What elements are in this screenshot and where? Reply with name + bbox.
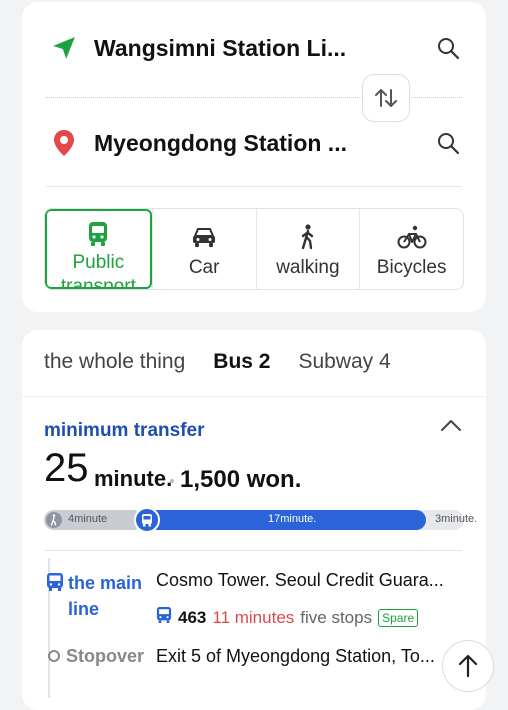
bus-arrival-time: 11 minutes: [212, 607, 295, 627]
swap-icon: [375, 89, 397, 107]
timeline-bus-label: 17minute.: [268, 513, 317, 525]
map-pin-icon: [48, 127, 80, 159]
stopover-label: Stopover: [66, 646, 145, 666]
bus-route-info[interactable]: 463 11 minutes five stops Spare: [156, 606, 419, 629]
walking-icon: [299, 223, 317, 251]
route-card: Wangsimni Station Li... Myeongdong Stati…: [22, 2, 486, 312]
mode-car[interactable]: Car: [151, 209, 256, 289]
duration-unit: minute.: [94, 466, 173, 491]
destination-search-icon[interactable]: [432, 127, 464, 159]
origin-row[interactable]: Wangsimni Station Li...: [22, 18, 486, 78]
bus-stop-count: five stops: [300, 607, 373, 627]
route-option-title: minimum transfer: [44, 420, 205, 441]
stopover-place[interactable]: Exit 5 of Myeongdong Station, To...: [156, 646, 435, 667]
tab-subway[interactable]: Subway 4: [298, 350, 390, 374]
separator-dot: [170, 479, 174, 483]
result-tabs: the whole thing Bus 2 Subway 4: [44, 350, 391, 374]
mode-label: Car: [188, 257, 220, 278]
tab-bus[interactable]: Bus 2: [213, 350, 270, 374]
result-card: the whole thing Bus 2 Subway 4 minimum t…: [22, 330, 486, 710]
mode-label: walking: [276, 257, 340, 278]
mode-label: Bicycles: [376, 257, 447, 278]
fare-price: 1,500 won.: [180, 466, 302, 493]
walking-icon: [46, 512, 62, 528]
divider: [44, 550, 462, 551]
mode-public-transport[interactable]: Public transport: [45, 209, 152, 289]
bus-icon: [156, 606, 172, 629]
mode-label: Public transport: [60, 252, 136, 290]
mode-bicycles[interactable]: Bicycles: [359, 209, 463, 289]
mode-walking[interactable]: walking: [255, 209, 360, 289]
bicycle-icon: [397, 223, 427, 251]
tab-whole-thing[interactable]: the whole thing: [44, 350, 185, 374]
bus-icon: [86, 221, 110, 247]
navigation-arrow-icon: [48, 32, 80, 64]
arrow-up-icon: [458, 654, 478, 678]
step-boarding-place[interactable]: Cosmo Tower. Seoul Credit Guara...: [156, 570, 444, 591]
bus-icon: [134, 507, 160, 533]
duration-value: 25: [44, 446, 89, 490]
route-timeline-bar: 4minute 17minute. 3minute.: [44, 507, 477, 533]
chevron-up-icon[interactable]: [440, 418, 462, 437]
origin-text[interactable]: Wangsimni Station Li...: [94, 35, 346, 62]
origin-search-icon[interactable]: [432, 32, 464, 64]
destination-text[interactable]: Myeongdong Station ...: [94, 130, 347, 157]
scroll-to-top-button[interactable]: [442, 640, 494, 692]
stopover-dot-icon: [48, 650, 60, 662]
divider: [46, 186, 462, 187]
timeline-walk1-label: 4minute: [68, 513, 108, 525]
destination-row[interactable]: Myeongdong Station ...: [22, 113, 486, 173]
car-icon: [191, 223, 217, 251]
transport-mode-tabs: Public transport Car walking Bicycles: [44, 208, 464, 290]
timeline-walk2-label: 3minute.: [435, 513, 478, 525]
divider: [22, 396, 486, 397]
spare-badge: Spare: [378, 608, 419, 627]
bus-number: 463: [178, 607, 207, 627]
step-main-line-label: the main line: [68, 573, 143, 619]
bus-icon: [46, 572, 64, 597]
